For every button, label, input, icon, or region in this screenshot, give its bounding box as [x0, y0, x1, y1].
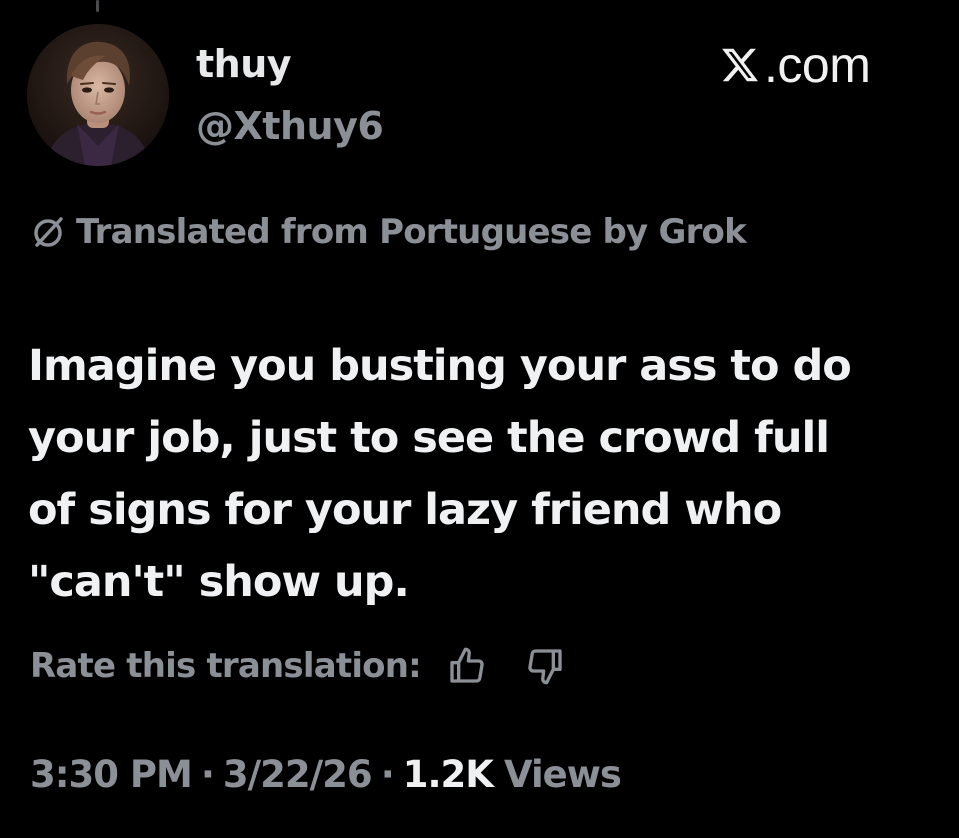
x-logo-icon: [722, 48, 759, 82]
avatar-image: [27, 24, 169, 166]
brand-watermark: .com: [720, 34, 871, 96]
tweet-text-line: your job, just to see the crowd full: [28, 413, 830, 463]
author-display-name[interactable]: thuy: [196, 38, 292, 90]
translation-notice-label: Translated from Portuguese by Grok: [76, 212, 747, 252]
views-count: 1.2K: [402, 752, 494, 796]
translation-notice: Translated from Portuguese by Grok: [30, 206, 747, 258]
globe-slash-icon: [34, 217, 63, 247]
tweet-meta: 3:30 PM · 3/22/26 · 1.2K Views: [30, 744, 622, 804]
thumbs-down-icon: [528, 649, 562, 685]
avatar[interactable]: [27, 24, 169, 166]
rate-translation-label: Rate this translation:: [30, 646, 422, 686]
brand-text: .com: [764, 37, 871, 93]
meta-separator: ·: [200, 752, 215, 796]
meta-separator: ·: [380, 752, 395, 796]
tweet-text: Imagine you busting your ass to do your …: [28, 330, 948, 618]
thumbs-up-button[interactable]: [441, 640, 493, 692]
thumbs-down-button[interactable]: [519, 640, 571, 692]
rate-translation-row: Rate this translation:: [30, 638, 597, 694]
tweet-text-line: "can't" show up.: [28, 557, 410, 607]
author-handle[interactable]: @Xthuy6: [196, 100, 384, 152]
tweet-time[interactable]: 3:30 PM: [30, 753, 193, 796]
tweet-text-line: Imagine you busting your ass to do: [28, 341, 852, 391]
thumbs-up-icon: [450, 647, 484, 683]
tweet-date[interactable]: 3/22/26: [223, 753, 373, 796]
tweet-text-line: of signs for your lazy friend who: [28, 485, 782, 535]
views-label: Views: [503, 752, 622, 796]
thread-connector-line: [96, 0, 99, 12]
